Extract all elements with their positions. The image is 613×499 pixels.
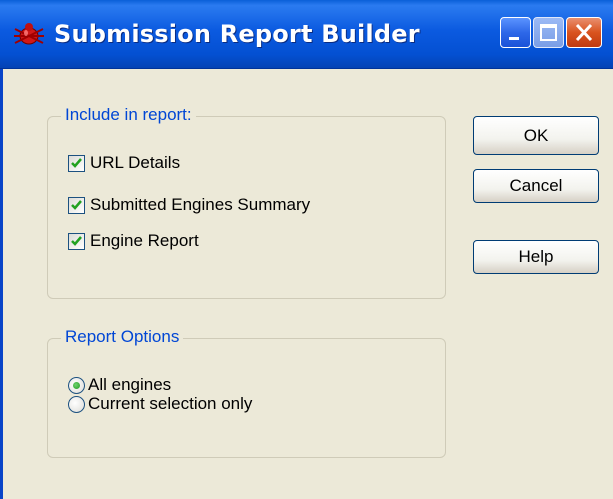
close-icon bbox=[575, 23, 593, 42]
radio-label: All engines bbox=[88, 375, 172, 394]
close-button[interactable] bbox=[566, 17, 602, 48]
checkbox-box[interactable] bbox=[68, 196, 85, 214]
radio-dot-icon bbox=[73, 381, 80, 389]
radio-button-selected[interactable] bbox=[68, 376, 85, 394]
radio-all-engines[interactable]: All engines bbox=[68, 375, 171, 395]
cancel-button[interactable]: Cancel bbox=[473, 169, 599, 203]
check-mark-icon bbox=[71, 199, 82, 210]
minimize-icon bbox=[509, 37, 519, 40]
include-group-legend: Include in report: bbox=[61, 105, 196, 125]
checkbox-label: Submitted Engines Summary bbox=[90, 195, 311, 214]
ok-button[interactable]: OK bbox=[473, 116, 599, 155]
maximize-icon bbox=[540, 24, 557, 41]
radio-button[interactable] bbox=[68, 395, 85, 413]
checkbox-submitted-engines-summary[interactable]: Submitted Engines Summary bbox=[68, 194, 310, 216]
window-title: Submission Report Builder bbox=[54, 20, 420, 48]
minimize-button[interactable] bbox=[500, 17, 531, 48]
window-frame-left bbox=[0, 69, 3, 499]
help-button[interactable]: Help bbox=[473, 240, 599, 274]
radio-label: Current selection only bbox=[88, 394, 253, 413]
report-options-legend: Report Options bbox=[61, 327, 184, 347]
title-bar[interactable]: Submission Report Builder bbox=[0, 0, 613, 69]
check-mark-icon bbox=[71, 235, 82, 246]
checkbox-url-details[interactable]: URL Details bbox=[68, 152, 180, 174]
maximize-button[interactable] bbox=[533, 17, 564, 48]
checkbox-label: Engine Report bbox=[90, 231, 199, 250]
check-mark-icon bbox=[71, 157, 82, 168]
radio-current-selection-only[interactable]: Current selection only bbox=[68, 394, 252, 414]
checkbox-engine-report[interactable]: Engine Report bbox=[68, 230, 199, 252]
checkbox-label: URL Details bbox=[90, 153, 181, 172]
checkbox-box[interactable] bbox=[68, 232, 85, 250]
checkbox-box[interactable] bbox=[68, 154, 85, 172]
app-bug-icon bbox=[12, 20, 46, 50]
